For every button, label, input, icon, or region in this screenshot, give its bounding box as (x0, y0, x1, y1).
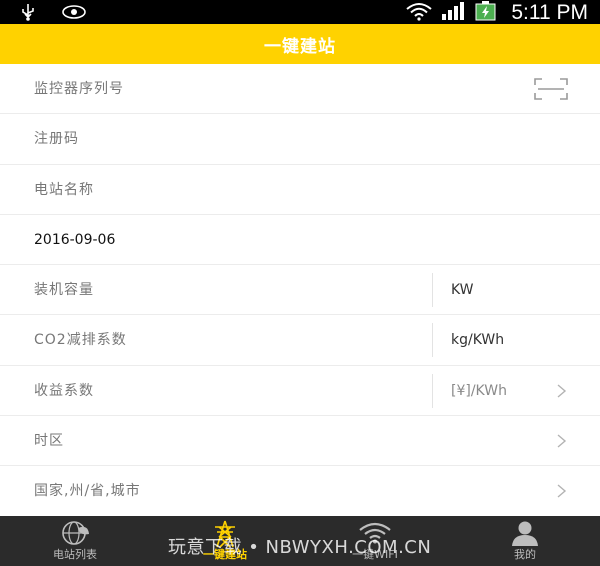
timezone-field[interactable]: 时区 (0, 416, 600, 467)
station-name-label: 电站名称 (34, 181, 94, 198)
title-bar: 一键建站 (0, 24, 600, 64)
globe-leaf-icon (62, 521, 89, 545)
nav-label: 我的 (514, 548, 536, 561)
station-name-field[interactable]: 电站名称 (0, 164, 600, 215)
divider (432, 373, 433, 408)
capacity-unit: KW (451, 282, 474, 299)
chevron-right-icon[interactable] (552, 432, 570, 450)
user-icon (512, 521, 538, 546)
eye-icon (62, 4, 86, 24)
region-label: 国家,州/省,城市 (34, 483, 141, 500)
divider (432, 323, 433, 358)
capacity-label: 装机容量 (34, 282, 94, 299)
status-time: 5:11 PM (511, 1, 588, 24)
chevron-right-icon[interactable] (552, 382, 570, 400)
capacity-field[interactable]: 装机容量 KW (0, 265, 600, 316)
scan-qr-icon[interactable] (534, 78, 568, 100)
register-code-label: 注册码 (34, 131, 79, 148)
co2-factor-field[interactable]: CO2减排系数 kg/KWh (0, 315, 600, 366)
wifi-signal-icon (405, 1, 433, 25)
income-factor-unit: [¥]/KWh (451, 382, 507, 399)
nav-my-profile[interactable]: 我的 (450, 516, 600, 566)
date-value: 2016-09-06 (34, 231, 116, 248)
income-factor-field[interactable]: 收益系数 [¥]/KWh (0, 365, 600, 417)
usb-icon (20, 3, 36, 25)
status-bar: 5:11 PM (0, 0, 600, 24)
date-field[interactable]: 2016-09-06 (0, 214, 600, 266)
cell-signal-icon (441, 1, 467, 25)
region-field[interactable]: 国家,州/省,城市 (0, 466, 600, 517)
co2-factor-unit: kg/KWh (451, 332, 505, 349)
divider (432, 273, 433, 308)
timezone-label: 时区 (34, 433, 64, 450)
serial-number-field[interactable]: 监控器序列号 (0, 64, 600, 115)
watermark: 玩意下载 • NBWYXH.COM.CN (168, 537, 432, 558)
nav-label: 电站列表 (53, 548, 97, 561)
station-form: 监控器序列号 注册码 电站名称 2016-09-06 装机容量 KW CO2减排… (0, 64, 600, 517)
chevron-right-icon[interactable] (552, 482, 570, 500)
income-factor-label: 收益系数 (34, 382, 94, 399)
battery-charging-icon (475, 1, 497, 25)
co2-factor-label: CO2减排系数 (34, 332, 127, 349)
register-code-field[interactable]: 注册码 (0, 114, 600, 165)
serial-number-label: 监控器序列号 (34, 81, 124, 97)
page-title: 一键建站 (264, 36, 336, 57)
nav-station-list[interactable]: 电站列表 (0, 516, 150, 566)
